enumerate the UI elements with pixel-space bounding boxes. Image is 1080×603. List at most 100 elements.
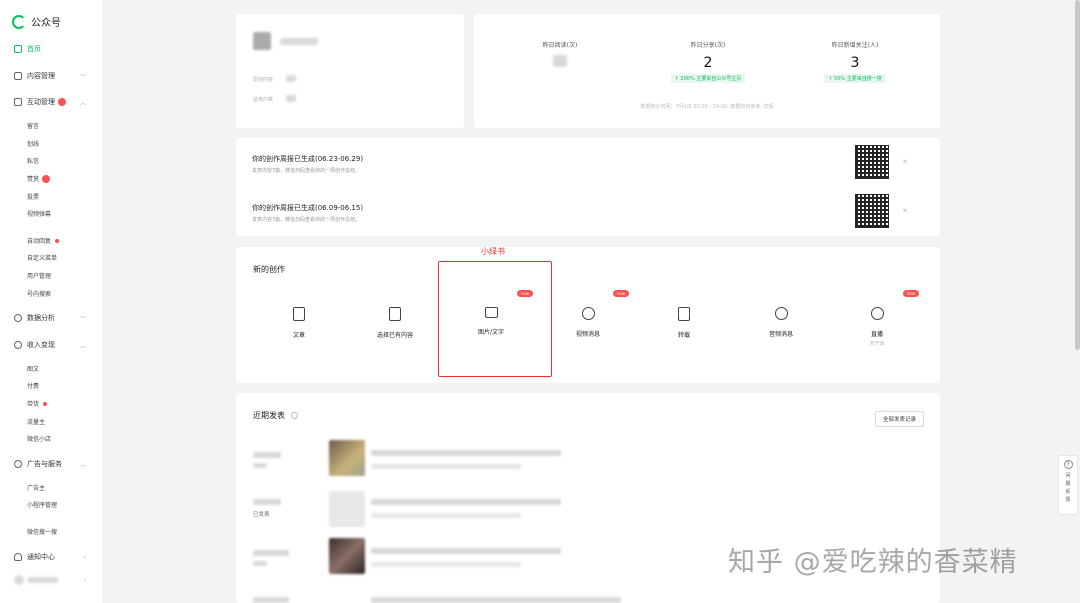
live-icon [870,307,884,320]
nav-monetization[interactable]: 收入变现 ︿ [14,340,94,350]
nav-notifications[interactable]: 通知中心 › [14,552,94,562]
sub-wechat-search[interactable]: 微信搜一搜 [27,527,57,536]
nav-interaction[interactable]: 互动管理 ︿ [14,97,94,107]
feedback-widget[interactable]: ? 问 题 反 馈 [1058,455,1078,515]
sub-auto-reply-label: 自动回复 [27,238,52,245]
sub-comments-label: 留言 [27,123,40,130]
account-menu[interactable]: › [14,575,94,585]
sub-commerce[interactable]: 带货 [27,399,48,408]
new-tag: new [903,290,919,297]
analytics-icon [14,314,22,322]
nav-data-analysis-label: 数据分析 [27,314,55,322]
sub-mini-program-label: 小程序管理 [27,502,58,509]
sub-auto-reply[interactable]: 自动回复 [27,236,60,245]
post-date-blurred [253,597,289,603]
sub-underlines[interactable]: 划线 [27,139,39,148]
stat-shares-label: 昨日分享(次) [690,42,726,49]
notice-description: 发表内容7篇，微信扫码查看你的一周创作总结。 [252,168,361,174]
stat-new-followers[interactable]: 昨日新增关注(人) 3 ↑ 50% 主要来自搜一搜 [795,40,915,83]
app-title: 公众号 [31,18,61,29]
sub-rewards[interactable]: 赞赏 [27,174,51,183]
sub-advertiser[interactable]: 广告主 [27,483,45,492]
sub-messages-label: 私信 [27,158,40,165]
sub-paid[interactable]: 付费 [27,381,39,390]
post-thumbnail [329,538,365,574]
post-row[interactable]: 已发表 [253,491,924,531]
sub-user-management-label: 用户管理 [27,273,52,280]
weekly-report-notice[interactable]: 你的创作周报已生成(06.23-06.29) 发表内容7篇，微信扫码查看你的一周… [252,145,924,186]
original-content-value [286,75,296,82]
avatar [14,575,24,585]
post-status: 已发表 [253,512,270,518]
sub-votes[interactable]: 投票 [27,192,39,201]
nav-notifications-label: 通知中心 [27,553,55,561]
annotation-highlight-box [438,261,552,377]
stat-shares-value: 2 [703,55,713,71]
sub-mini-program[interactable]: 小程序管理 [27,500,57,509]
repost-label: 转载 [677,332,690,339]
sub-wechat-search-label: 微信搜一搜 [27,529,58,536]
post-title-blurred [371,548,561,554]
live-label: 直播 [870,331,883,338]
sidebar: 公众号 首页 内容管理 ﹀ 互动管理 ︿ 留言 划线 私信 赞赏 投票 视频弹幕… [0,0,102,603]
red-dot [43,401,48,406]
sub-video-danmaku[interactable]: 视频弹幕 [27,209,51,218]
sub-custom-menu[interactable]: 自定义菜单 [27,253,57,262]
nav-content-management[interactable]: 内容管理 ﹀ [14,71,94,81]
create-article-button[interactable]: 文章 [264,307,334,339]
sub-article-income[interactable]: 图文 [27,364,39,373]
sub-article-income-label: 图文 [27,366,40,373]
stat-reads[interactable]: 昨日阅读(次) [500,40,620,71]
nav-ads-services[interactable]: 广告与服务 ︿ [14,459,94,469]
close-icon[interactable]: ✕ [902,158,908,166]
red-dot [55,238,60,243]
home-icon [14,45,22,53]
live-button[interactable]: 直播 未开启 [842,307,912,347]
stat-shares[interactable]: 昨日分享(次) 2 ↑ 200% 主要来自公众号主页 [648,40,768,83]
qr-code [855,145,889,179]
select-existing-content-button[interactable]: 选择已有内容 [360,307,430,339]
qr-code [855,194,889,228]
account-profile-card: 原创内容 总用户数 [236,14,464,128]
post-row[interactable] [253,593,924,603]
chevron-right-icon: › [83,553,86,561]
stats-time-note: 数据统计时间：7月2日 00:00 - 24:00, 数据仅供参考, 详情 [640,104,774,110]
chevron-right-icon: › [83,576,86,584]
info-icon[interactable] [290,412,298,419]
sub-account-search[interactable]: 号内搜索 [27,289,51,298]
bell-icon [14,553,22,561]
close-icon[interactable]: ✕ [902,207,908,215]
recent-posts-title-text: 近期发表 [253,411,285,420]
account-avatar[interactable] [253,32,271,50]
stat-reads-label: 昨日阅读(次) [542,42,578,49]
sub-wechat-store[interactable]: 微信小店 [27,434,51,443]
post-row[interactable] [253,440,924,480]
weekly-report-notice[interactable]: 你的创作周报已生成(06.09-06.15) 发表内容7篇，微信扫码查看你的一周… [252,194,924,235]
post-date-blurred [253,499,281,505]
post-status-blurred [253,463,267,468]
scrollbar[interactable] [1075,0,1080,350]
all-posts-button[interactable]: 全部发表记录 [874,411,924,427]
sub-custom-menu-label: 自定义菜单 [27,255,58,262]
create-audio-button[interactable]: 音频消息 [746,307,816,338]
nav-data-analysis[interactable]: 数据分析 ﹀ [14,313,94,323]
repost-button[interactable]: 转载 [649,307,719,339]
app-logo[interactable]: 公众号 [12,14,61,29]
sub-traffic-master[interactable]: 流量主 [27,417,45,426]
sub-messages[interactable]: 私信 [27,156,39,165]
sub-votes-label: 投票 [27,194,40,201]
audio-icon [774,307,788,320]
nav-home-label: 首页 [27,45,41,53]
notice-description: 发表内容7篇，微信扫码查看你的一周创作总结。 [252,217,361,223]
nav-home[interactable]: 首页 [14,44,94,54]
sub-comments[interactable]: 留言 [27,121,39,130]
nav-ads-services-label: 广告与服务 [27,460,62,468]
stat-shares-change: ↑ 200% 主要来自公众号主页 [670,74,746,83]
sub-user-management[interactable]: 用户管理 [27,271,51,280]
sub-rewards-label: 赞赏 [27,176,40,183]
chevron-up-icon: ︿ [79,99,86,107]
stat-new-followers-value: 3 [850,55,860,71]
stat-reads-value-blurred [553,55,567,67]
create-video-button[interactable]: 视频消息 [553,307,623,338]
sub-wechat-store-label: 微信小店 [27,436,52,443]
